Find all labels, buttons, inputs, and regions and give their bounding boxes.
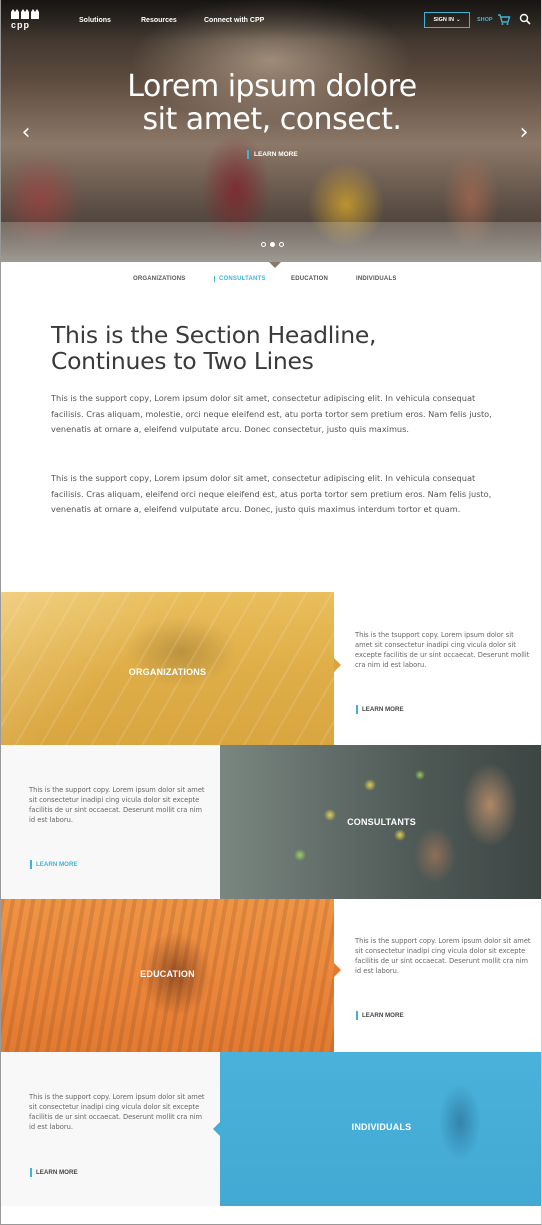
block-education: EDUCATION This is the support copy. Lore… xyxy=(1,899,541,1053)
section-headline-line2: Continues to Two Lines xyxy=(51,347,314,375)
individuals-label: INDIVIDUALS xyxy=(351,1122,412,1132)
pointer-right-icon xyxy=(334,658,341,672)
carousel-dot[interactable] xyxy=(261,242,266,247)
hero-learn-more-link[interactable]: LEARN MORE xyxy=(247,150,298,159)
tab-consultants[interactable]: CONSULTANTS xyxy=(214,276,266,282)
section-headline-line1: This is the Section Headline, xyxy=(51,321,377,349)
cpp-logo[interactable]: cpp xyxy=(11,9,41,33)
logo-text: cpp xyxy=(11,20,31,30)
organizations-label: ORGANIZATIONS xyxy=(128,667,207,677)
carousel-next-arrow-icon[interactable]: › xyxy=(517,122,531,144)
consultants-image[interactable]: CONSULTANTS xyxy=(220,745,541,899)
nav-solutions[interactable]: Solutions xyxy=(79,17,111,24)
individuals-image[interactable]: INDIVIDUALS xyxy=(220,1052,541,1206)
education-copy: This is the support copy. Lorem ipsum do… xyxy=(355,937,531,975)
organizations-copy: This is the tsupport copy. Lorem ipsum d… xyxy=(355,631,530,669)
page: cpp Solutions Resources Connect with CPP… xyxy=(0,0,542,1225)
block-organizations: ORGANIZATIONS This is the tsupport copy.… xyxy=(1,592,541,746)
consultants-text-pane: This is the support copy. Lorem ipsum do… xyxy=(1,745,220,899)
individuals-text-pane: This is the support copy. Lorem ipsum do… xyxy=(1,1052,220,1206)
block-individuals: This is the support copy. Lorem ipsum do… xyxy=(1,1052,541,1206)
education-text-pane: This is the support copy. Lorem ipsum do… xyxy=(341,899,541,1053)
organizations-text-pane: This is the tsupport copy. Lorem ipsum d… xyxy=(341,592,541,746)
logo-mark-icon xyxy=(11,9,41,19)
block-consultants: This is the support copy. Lorem ipsum do… xyxy=(1,745,541,899)
organizations-learn-more-link[interactable]: LEARN MORE xyxy=(356,705,404,714)
carousel-prev-arrow-icon[interactable]: ‹ xyxy=(19,122,33,144)
education-image[interactable]: EDUCATION xyxy=(1,899,334,1053)
pointer-right-icon xyxy=(334,963,341,977)
search-icon[interactable] xyxy=(519,13,531,25)
shop-link[interactable]: SHOP xyxy=(477,17,493,23)
tab-education[interactable]: EDUCATION xyxy=(291,276,328,282)
hero-carousel: cpp Solutions Resources Connect with CPP… xyxy=(1,0,541,262)
tab-organizations[interactable]: ORGANIZATIONS xyxy=(133,276,186,282)
carousel-dots xyxy=(261,242,284,247)
carousel-dot[interactable] xyxy=(279,242,284,247)
individuals-learn-more-link[interactable]: LEARN MORE xyxy=(30,1168,78,1177)
organizations-image[interactable]: ORGANIZATIONS xyxy=(1,592,334,746)
carousel-dot-active[interactable] xyxy=(270,242,275,247)
hero-headline-line1: Lorem ipsum dolore xyxy=(127,69,417,104)
consultants-learn-more-link[interactable]: LEARN MORE xyxy=(30,860,78,869)
pointer-left-icon xyxy=(213,1122,220,1136)
education-label: EDUCATION xyxy=(140,969,195,979)
section-paragraph-1: This is the support copy, Lorem ipsum do… xyxy=(51,393,492,434)
section-paragraph-2: This is the support copy, Lorem ipsum do… xyxy=(51,473,492,514)
hero-headline-line2: sit amet, consect. xyxy=(142,102,402,137)
education-learn-more-link[interactable]: LEARN MORE xyxy=(356,1011,404,1020)
nav-resources[interactable]: Resources xyxy=(141,17,177,24)
nav-connect-with-cpp[interactable]: Connect with CPP xyxy=(204,17,264,24)
chevron-down-icon: ⌄ xyxy=(455,17,461,23)
sign-in-button[interactable]: SIGN IN ⌄ xyxy=(424,12,470,28)
hero-headline: Lorem ipsum dolore sit amet, consect. xyxy=(61,70,483,136)
tab-pointer-icon xyxy=(269,262,281,268)
individuals-copy: This is the support copy. Lorem ipsum do… xyxy=(29,1093,205,1131)
tab-individuals[interactable]: INDIVIDUALS xyxy=(356,276,397,282)
consultants-copy: This is the support copy. Lorem ipsum do… xyxy=(29,786,205,824)
consultants-label: CONSULTANTS xyxy=(347,817,416,827)
cart-icon[interactable] xyxy=(497,12,511,26)
sign-in-label: SIGN IN xyxy=(433,17,454,23)
section-headline: This is the Section Headline, Continues … xyxy=(51,322,491,374)
